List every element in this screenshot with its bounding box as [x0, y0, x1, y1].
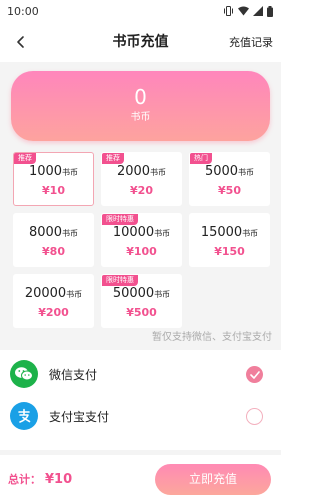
package-tag: 限时特惠 [102, 275, 138, 286]
status-icons [223, 5, 273, 17]
package-coins-unit: 书币 [154, 290, 171, 299]
package-coins: 10000 [112, 225, 155, 240]
total-amount: 总计： ¥10 [8, 472, 72, 488]
package-price: ¥200 [38, 306, 69, 319]
status-bar: 10:00 [0, 0, 281, 22]
package-coins-line: 8000书币 [14, 225, 93, 242]
payment-option-wechat[interactable]: 微信支付 [0, 354, 281, 396]
package-coins-line: 10000书币 [102, 225, 181, 242]
status-time: 10:00 [7, 4, 39, 18]
package-card[interactable]: 15000书币 ¥150 [189, 213, 270, 267]
package-card[interactable]: 限时特惠 50000书币 ¥500 [101, 274, 182, 328]
package-price: ¥20 [130, 184, 153, 197]
package-coins: 2000 [116, 164, 151, 179]
package-tag: 推荐 [14, 153, 36, 164]
package-coins: 8000 [28, 225, 63, 240]
package-coins-unit: 书币 [62, 229, 79, 238]
package-coins-unit: 书币 [62, 168, 79, 177]
payment-method-list: 微信支付 支付宝支付 [0, 354, 281, 438]
wechat-icon [10, 360, 38, 388]
package-tag: 推荐 [102, 153, 124, 164]
package-tag: 热门 [190, 153, 212, 164]
page-title: 书币充值 [112, 34, 169, 50]
recharge-content: 0 书币 推荐 1000书币 ¥10 推荐 2000书币 ¥20 热门 5000书币 ¥50 80… [0, 62, 281, 350]
package-card[interactable]: 推荐 2000书币 ¥20 [101, 152, 182, 206]
total-value: ¥10 [45, 472, 73, 487]
package-coins: 5000 [204, 164, 239, 179]
package-coins: 1000 [28, 164, 63, 179]
package-coins-line: 50000书币 [102, 286, 181, 303]
package-coins-line: 2000书币 [102, 164, 181, 181]
package-coins-unit: 书币 [154, 229, 171, 238]
alipay-radio[interactable] [246, 408, 263, 425]
package-card[interactable]: 8000书币 ¥80 [13, 213, 94, 267]
package-coins-unit: 书币 [150, 168, 167, 177]
wechat-pay-radio[interactable] [246, 366, 263, 383]
balance-card: 0 书币 [11, 71, 270, 141]
package-card[interactable]: 推荐 1000书币 ¥10 [13, 152, 94, 206]
package-coins-line: 1000书币 [14, 164, 93, 181]
package-price: ¥50 [218, 184, 241, 197]
signal-icon [253, 6, 263, 16]
bottom-bar: 总计： ¥10 立即充值 [0, 450, 281, 500]
total-label: 总计： [8, 473, 41, 486]
package-coins-line: 20000书币 [14, 286, 93, 303]
package-price: ¥150 [214, 245, 245, 258]
package-coins-line: 5000书币 [190, 164, 269, 181]
package-coins-unit: 书币 [238, 168, 255, 177]
recharge-now-button[interactable]: 立即充值 [155, 464, 271, 495]
back-button[interactable] [6, 27, 36, 57]
wifi-icon [238, 6, 249, 16]
check-icon [249, 370, 260, 379]
package-grid: 推荐 1000书币 ¥10 推荐 2000书币 ¥20 热门 5000书币 ¥50 8000书币 ¥… [13, 152, 270, 328]
balance-unit: 书币 [130, 112, 151, 123]
package-price: ¥100 [126, 245, 157, 258]
vibrate-icon [224, 6, 233, 16]
payment-option-alipay[interactable]: 支付宝支付 [0, 396, 281, 438]
package-price: ¥500 [126, 306, 157, 319]
balance-amount: 0 [134, 85, 147, 109]
battery-icon [267, 5, 273, 17]
package-card[interactable]: 20000书币 ¥200 [13, 274, 94, 328]
package-coins: 15000 [200, 225, 243, 240]
package-price: ¥10 [42, 184, 65, 197]
payment-hint: 暂仅支持微信、支付宝支付 [152, 332, 272, 343]
package-card[interactable]: 限时特惠 10000书币 ¥100 [101, 213, 182, 267]
package-coins: 50000 [112, 286, 155, 301]
package-coins-unit: 书币 [242, 229, 259, 238]
package-tag: 限时特惠 [102, 214, 138, 225]
package-coins-unit: 书币 [66, 290, 83, 299]
alipay-label: 支付宝支付 [49, 410, 110, 424]
alipay-icon [10, 402, 38, 430]
package-price: ¥80 [42, 245, 65, 258]
nav-bar: 书币充值 充值记录 [0, 22, 281, 62]
wechat-pay-label: 微信支付 [49, 368, 98, 382]
package-coins: 20000 [24, 286, 67, 301]
package-coins-line: 15000书币 [190, 225, 269, 242]
chevron-left-icon [17, 36, 24, 48]
package-card[interactable]: 热门 5000书币 ¥50 [189, 152, 270, 206]
recharge-history-link[interactable]: 充值记录 [229, 34, 273, 50]
